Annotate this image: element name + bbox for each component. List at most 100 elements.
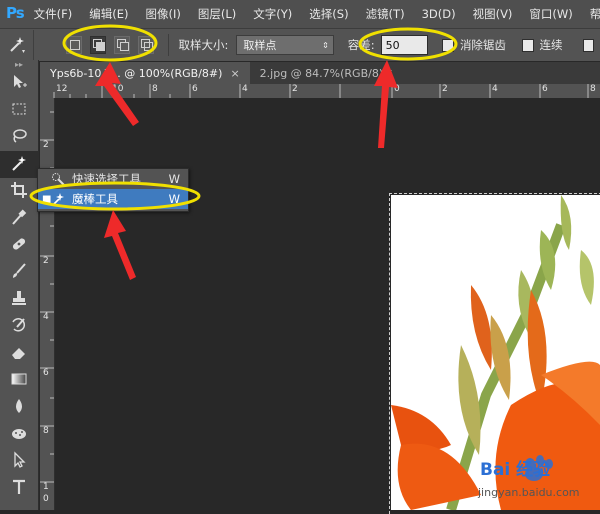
tab-label: Yps6b-10.T... @ 100%(RGB/8#) [50, 66, 223, 80]
stamp-icon [10, 289, 28, 311]
menu-file[interactable]: 文件(F) [34, 6, 73, 22]
ruler-label: 1 [43, 482, 49, 492]
ruler-label: 4 [43, 312, 49, 322]
water-drop-icon [10, 397, 28, 419]
watermark-url: jingyan.baidu.com [478, 486, 580, 499]
sponge-tool[interactable] [0, 421, 38, 448]
crop-tool[interactable] [0, 178, 38, 205]
new-selection-button[interactable] [66, 36, 82, 54]
horizontal-ruler: 12 10 8 6 4 2 0 2 4 6 8 [40, 84, 600, 99]
ruler-label: 0 [394, 84, 400, 94]
menu-3d[interactable]: 3D(D) [422, 7, 456, 21]
sponge-icon [10, 424, 28, 446]
watermark-brand: Bai 经验 [480, 460, 551, 480]
magic-wand-icon: ▾ [7, 34, 27, 57]
gradient-tool[interactable] [0, 367, 38, 394]
eyedropper-tool[interactable] [0, 205, 38, 232]
divider [167, 34, 169, 56]
quick-selection-tool-item[interactable]: 快速选择工具 W [38, 169, 188, 189]
lasso-icon [10, 127, 28, 149]
magic-wand-icon [10, 154, 28, 176]
crop-icon [10, 181, 28, 203]
ruler-label: 12 [56, 84, 68, 94]
photoshop-logo: Ps [6, 4, 25, 22]
menu-help[interactable]: 帮 [590, 6, 600, 22]
ruler-label: 8 [43, 426, 49, 436]
options-bar: ▾ 取样大小: 取样点 ⇕ 容差: 50 消除锯齿 连续 [0, 28, 600, 61]
brush-icon [10, 262, 28, 284]
ruler-label: 2 [442, 84, 448, 94]
magic-wand-tool[interactable] [0, 151, 38, 178]
history-brush-tool[interactable] [0, 313, 38, 340]
gradient-icon [10, 370, 28, 392]
flyout-item-label: 魔棒工具 [72, 192, 118, 206]
quick-selection-icon [50, 172, 66, 186]
eyedropper-icon [10, 208, 28, 230]
sample-size-select[interactable]: 取样点 ⇕ [236, 35, 334, 55]
selection-tool-flyout: 快速选择工具 W ■ 魔棒工具 W [37, 168, 189, 212]
menu-select[interactable]: 选择(S) [309, 6, 348, 22]
tolerance-input[interactable]: 50 [380, 35, 429, 55]
ruler-ticks [40, 111, 54, 483]
tab-document-2[interactable]: 2.jpg @ 84.7%(RGB/8) * [250, 62, 402, 84]
menu-layer[interactable]: 图层(L) [198, 6, 236, 22]
ruler-label: 4 [492, 84, 498, 94]
eraser-tool[interactable] [0, 340, 38, 367]
menu-bar: Ps 文件(F) 编辑(E) 图像(I) 图层(L) 文字(Y) 选择(S) 滤… [0, 0, 600, 28]
menu-edit[interactable]: 编辑(E) [89, 6, 128, 22]
magic-wand-tool-item[interactable]: ■ 魔棒工具 W [38, 189, 188, 209]
antialias-label: 消除锯齿 [459, 38, 506, 52]
history-brush-icon [10, 316, 28, 338]
bandage-icon [10, 235, 28, 257]
svg-text:▾: ▾ [22, 48, 25, 54]
type-tool[interactable] [0, 475, 38, 502]
path-selection-tool[interactable] [0, 448, 38, 475]
clone-stamp-tool[interactable] [0, 286, 38, 313]
menu-filter[interactable]: 滤镜(T) [366, 6, 405, 22]
ruler-label: 2 [292, 84, 298, 94]
ruler-label: 0 [43, 494, 49, 504]
subtract-from-selection-button[interactable] [113, 36, 130, 54]
antialias-checkbox[interactable] [442, 38, 454, 52]
contiguous-checkbox[interactable] [521, 38, 534, 52]
close-icon[interactable]: × [230, 67, 239, 80]
contiguous-label: 连续 [539, 38, 563, 52]
sample-all-layers-checkbox[interactable] [582, 38, 595, 52]
select-arrows-icon: ⇕ [322, 40, 329, 50]
ruler-label: 4 [242, 84, 248, 94]
tolerance-label: 容差: [347, 38, 375, 52]
menu-window[interactable]: 窗口(W) [529, 6, 572, 22]
ruler-label: 8 [590, 84, 596, 94]
lasso-tool[interactable] [0, 124, 38, 151]
marquee-tool[interactable] [0, 97, 38, 124]
healing-brush-tool[interactable] [0, 232, 38, 259]
menu-view[interactable]: 视图(V) [473, 6, 513, 22]
tab-label: 2.jpg @ 84.7%(RGB/8) * [259, 66, 393, 80]
panel-grip-icon[interactable]: ▸▸ [0, 60, 38, 70]
ruler-label: 2 [43, 140, 49, 150]
ruler-ticks [53, 84, 589, 98]
document-tabs: Yps6b-10.T... @ 100%(RGB/8#) × 2.jpg @ 8… [40, 62, 600, 84]
flyout-item-shortcut: W [168, 172, 180, 186]
menu-image[interactable]: 图像(I) [146, 6, 181, 22]
tab-document-1[interactable]: Yps6b-10.T... @ 100%(RGB/8#) × [40, 62, 250, 84]
ruler-label: 10 [112, 84, 124, 94]
selection-dot: ■ [42, 193, 52, 205]
brush-tool[interactable] [0, 259, 38, 286]
rectangular-marquee-icon [10, 100, 28, 122]
type-t-icon [10, 478, 28, 500]
blur-tool[interactable] [0, 394, 38, 421]
tools-panel: ▸▸ [0, 60, 39, 510]
menu-type[interactable]: 文字(Y) [253, 6, 292, 22]
intersect-selection-button[interactable] [137, 36, 154, 54]
arrow-pointer-icon [10, 450, 28, 473]
ruler-label: 6 [192, 84, 198, 94]
flyout-item-shortcut: W [168, 192, 180, 206]
ruler-label: 2 [43, 256, 49, 266]
add-to-selection-button[interactable] [89, 36, 106, 54]
vertical-ruler: 2 0 2 4 6 8 1 0 [40, 98, 55, 510]
move-tool[interactable] [0, 70, 38, 97]
tool-preset-picker[interactable]: ▾ [0, 30, 35, 60]
move-icon [10, 73, 28, 95]
magic-wand-icon [50, 192, 66, 206]
